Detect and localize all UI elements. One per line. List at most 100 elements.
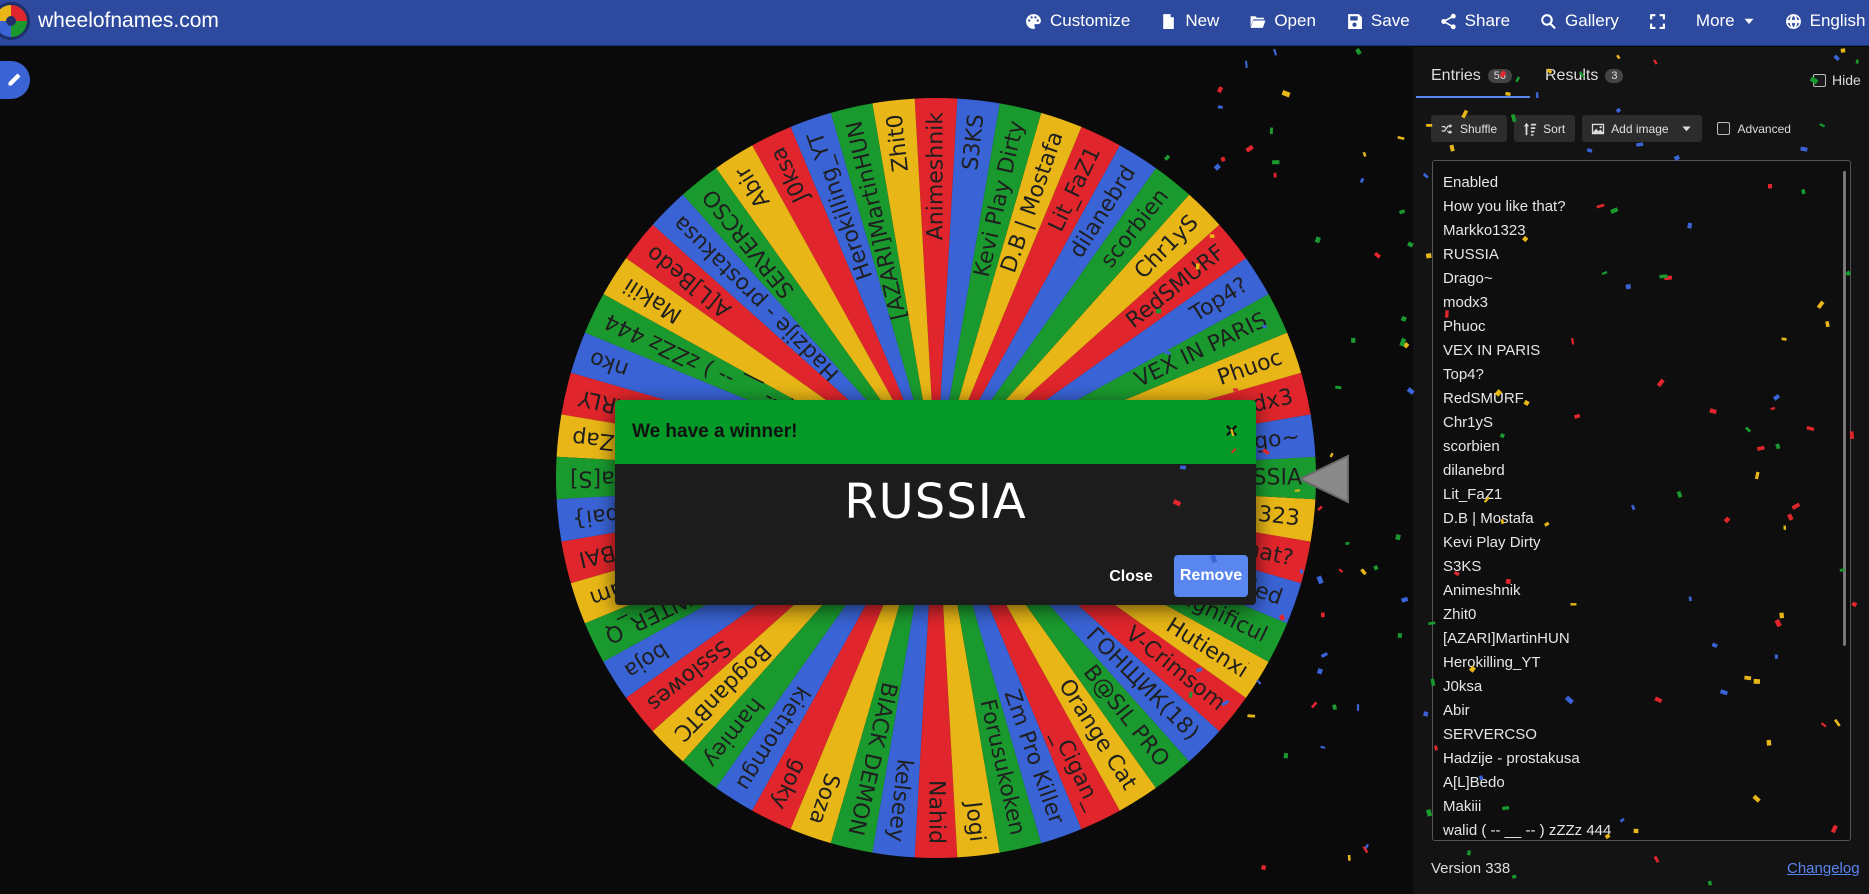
nav-new-button[interactable]: New: [1160, 11, 1219, 31]
entry-item[interactable]: Phuoc: [1443, 315, 1850, 339]
globe-icon: [1785, 13, 1801, 29]
entry-item[interactable]: walid ( -- __ -- ) zZZz 444: [1443, 819, 1850, 840]
entry-item[interactable]: D.B | Mostafa: [1443, 507, 1850, 531]
nav-menu: Customize New Open Save Share Gallery Mo…: [1025, 0, 1869, 42]
active-tab-indicator: [1416, 96, 1530, 98]
nav-customize-label: Customize: [1050, 11, 1131, 30]
remove-button[interactable]: Remove: [1174, 555, 1248, 597]
advanced-toggle[interactable]: Advanced: [1716, 121, 1791, 136]
entries-list: Enabled How you like that? Markko1323 RUSSI…: [1433, 161, 1850, 840]
entry-item[interactable]: Enabled: [1443, 171, 1850, 195]
entries-textarea[interactable]: Enabled How you like that? Markko1323 RUSSI…: [1432, 160, 1851, 841]
image-icon: [1592, 123, 1605, 134]
version-label: Version 338: [1431, 860, 1511, 877]
add-image-button[interactable]: Add image: [1582, 115, 1702, 142]
nav-language-button[interactable]: English: [1785, 11, 1866, 31]
wheel-pointer-icon: [1300, 454, 1349, 504]
entry-item[interactable]: RedSMURF: [1443, 387, 1850, 411]
entry-item[interactable]: Lit_FaZ1: [1443, 483, 1850, 507]
new-file-icon: [1163, 13, 1175, 29]
palette-icon: [1026, 13, 1041, 29]
entry-item[interactable]: Kevi Play Dirty: [1443, 531, 1850, 555]
changelog-link[interactable]: Changelog: [1787, 860, 1860, 877]
save-icon: [1348, 13, 1362, 29]
top-navbar: wheelofnames.com Customize New Open Save…: [0, 0, 1869, 46]
wheel-slice-label: Nahid: [924, 780, 949, 844]
entry-item[interactable]: SERVERCSO: [1443, 723, 1850, 747]
fullscreen-icon: [1649, 13, 1665, 29]
tab-entries-label: Entries: [1431, 67, 1481, 84]
shuffle-button[interactable]: Shuffle: [1431, 115, 1508, 142]
share-icon: [1440, 13, 1456, 29]
entry-item[interactable]: [AZARI]MartinHUN: [1443, 627, 1850, 651]
entry-item[interactable]: Chr1yS: [1443, 411, 1850, 435]
advanced-checkbox[interactable]: [1716, 122, 1730, 135]
entry-item[interactable]: Animeshnik: [1443, 579, 1850, 603]
entry-item[interactable]: How you like that?: [1443, 195, 1850, 219]
nav-save-button[interactable]: Save: [1346, 11, 1410, 31]
entry-item[interactable]: Markko1323: [1443, 219, 1850, 243]
nav-open-label: Open: [1274, 11, 1316, 30]
entry-item[interactable]: J0ksa: [1443, 675, 1850, 699]
results-count-badge: 3: [1605, 69, 1624, 83]
nav-open-button[interactable]: Open: [1249, 11, 1316, 31]
search-icon: [1541, 13, 1556, 29]
nav-fullscreen-button[interactable]: [1649, 13, 1666, 30]
site-name[interactable]: wheelofnames.com: [38, 9, 219, 33]
close-button[interactable]: Close: [1105, 556, 1157, 598]
entry-item[interactable]: Zhit0: [1443, 603, 1850, 627]
panel-tabs: Entries 56 Results 3 Hide: [1413, 47, 1869, 99]
winner-dialog-header: We have a winner! ×: [615, 400, 1256, 464]
nav-gallery-label: Gallery: [1565, 11, 1619, 30]
entry-item[interactable]: S3KS: [1443, 555, 1850, 579]
wheel-slice-label: Animeshnik: [924, 112, 949, 241]
nav-customize-button[interactable]: Customize: [1025, 11, 1130, 31]
shuffle-icon: [1441, 123, 1453, 134]
entry-item[interactable]: Top4?: [1443, 363, 1850, 387]
folder-open-icon: [1250, 15, 1266, 28]
entry-item[interactable]: scorbien: [1443, 435, 1850, 459]
hide-toggle[interactable]: Hide: [1813, 72, 1861, 88]
add-image-label: Add image: [1611, 121, 1669, 136]
entry-item[interactable]: A[L]Bedo: [1443, 771, 1850, 795]
entry-item[interactable]: Makiii: [1443, 795, 1850, 819]
entry-item[interactable]: Drago~: [1443, 267, 1850, 291]
wheel-logo-icon[interactable]: [0, 2, 30, 40]
nav-save-label: Save: [1370, 11, 1410, 30]
sort-button[interactable]: Sort: [1514, 115, 1576, 142]
entry-item[interactable]: Herokilling_YT: [1443, 651, 1850, 675]
winner-dialog-title: We have a winner!: [632, 421, 798, 442]
tab-results-label: Results: [1545, 67, 1599, 84]
entry-item[interactable]: dilanebrd: [1443, 459, 1850, 483]
sort-icon: [1524, 122, 1537, 136]
close-icon[interactable]: ×: [1225, 418, 1238, 444]
hide-checkbox[interactable]: [1813, 73, 1826, 87]
nav-share-button[interactable]: Share: [1440, 11, 1510, 31]
winner-name: RUSSIA: [844, 474, 1027, 530]
entry-item[interactable]: VEX IN PARIS: [1443, 339, 1850, 363]
nav-language-label: English: [1809, 11, 1866, 30]
tab-results[interactable]: Results 3: [1545, 67, 1624, 85]
entries-scrollbar[interactable]: [1843, 171, 1846, 646]
entry-item[interactable]: modx3: [1443, 291, 1850, 315]
chevron-down-icon: [1681, 126, 1691, 132]
wheel-slice-label: Jogi: [960, 799, 990, 844]
tab-entries[interactable]: Entries 56: [1431, 67, 1513, 85]
wheel-stage: EnabledHow you like that?Markko1323RUSSI…: [0, 47, 1412, 894]
nav-new-label: New: [1185, 11, 1220, 30]
nav-more-label: More: [1695, 11, 1735, 30]
entry-item[interactable]: Abir: [1443, 699, 1850, 723]
entries-count-badge: 56: [1487, 69, 1513, 83]
nav-share-label: Share: [1464, 11, 1511, 30]
nav-more-button[interactable]: More: [1696, 11, 1755, 31]
advanced-label: Advanced: [1737, 121, 1791, 136]
sort-label: Sort: [1543, 121, 1566, 136]
entries-toolbar: Shuffle Sort Add image Advanced: [1431, 115, 1791, 142]
chevron-down-icon: [1744, 18, 1754, 24]
nav-gallery-button[interactable]: Gallery: [1540, 11, 1619, 31]
hide-label: Hide: [1832, 72, 1861, 88]
entry-item[interactable]: Hadzije - prostakusa: [1443, 747, 1850, 771]
entry-item[interactable]: RUSSIA: [1443, 243, 1850, 267]
winner-dialog: We have a winner! × RUSSIA Close Remove: [615, 400, 1256, 605]
entries-panel: Entries 56 Results 3 Hide Shuffle Sort A…: [1413, 47, 1869, 894]
